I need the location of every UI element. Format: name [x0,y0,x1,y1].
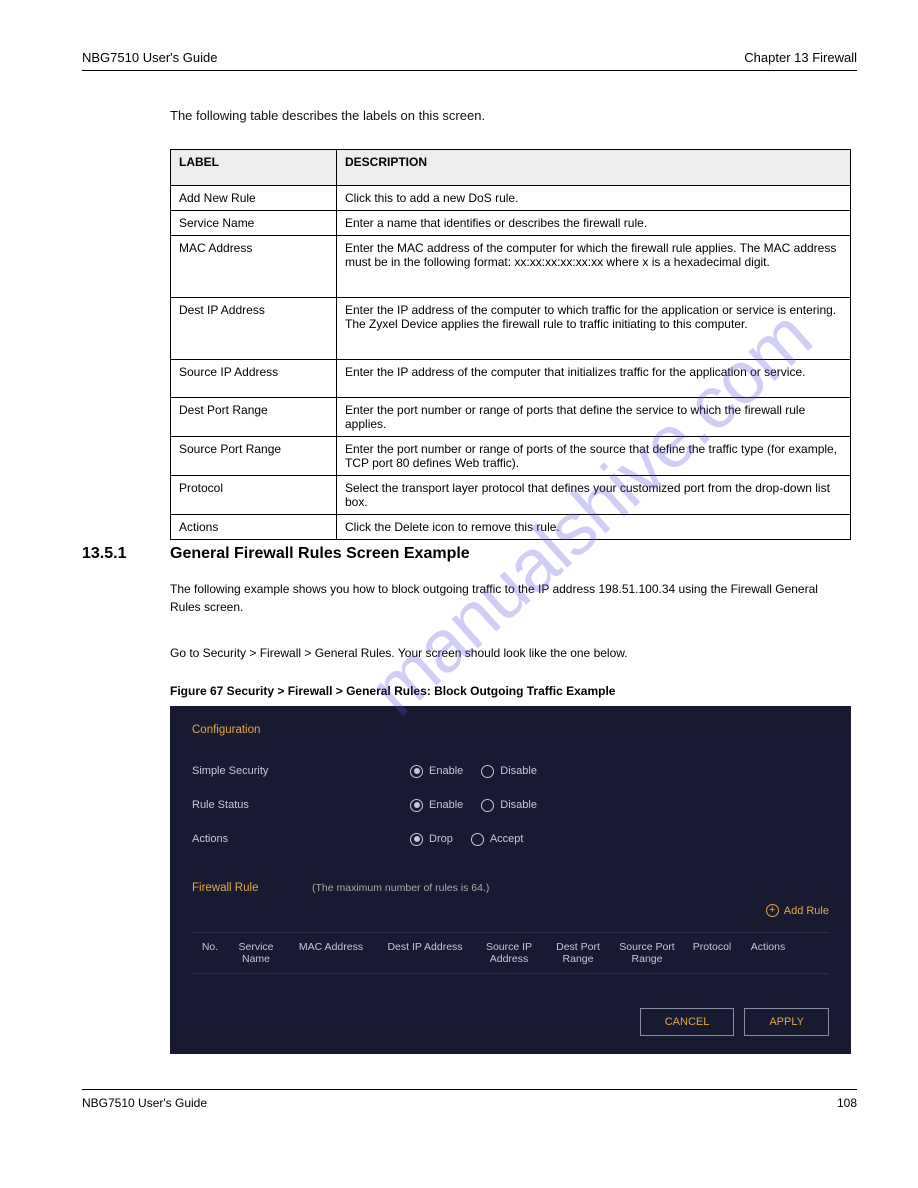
row-label: Service Name [171,211,337,236]
radio-icon [410,799,423,812]
section-para-2: Go to Security > Firewall > General Rule… [170,644,851,662]
table-row: Dest IP AddressEnter the IP address of t… [171,298,851,360]
header-right: Chapter 13 Firewall [744,50,857,65]
row-label: Protocol [171,476,337,515]
footer-left: NBG7510 User's Guide [82,1096,207,1110]
col-no: No. [192,941,228,965]
simple-security-enable-radio[interactable]: Enable [410,765,463,778]
table-row: Service NameEnter a name that identifies… [171,211,851,236]
table-row: Dest Port RangeEnter the port number or … [171,398,851,437]
firewall-rule-note: (The maximum number of rules is 64.) [312,882,489,894]
radio-icon [471,833,484,846]
row-desc: Click the Delete icon to remove this rul… [337,515,851,540]
row-label: MAC Address [171,236,337,298]
radio-label: Disable [500,799,537,811]
radio-icon [410,833,423,846]
row-label: Add New Rule [171,186,337,211]
table-row: Source IP AddressEnter the IP address of… [171,360,851,398]
rule-status-disable-radio[interactable]: Disable [481,799,537,812]
rule-status-label: Rule Status [192,799,410,811]
section-title: General Firewall Rules Screen Example [170,545,470,563]
header-left: NBG7510 User's Guide [82,50,217,65]
config-heading: Configuration [192,724,829,736]
row-label: Source Port Range [171,437,337,476]
col-mac-address: MAC Address [284,941,378,965]
row-desc: Enter the IP address of the computer to … [337,298,851,360]
simple-security-label: Simple Security [192,765,410,777]
row-desc: Enter a name that identifies or describe… [337,211,851,236]
add-rule-button[interactable]: + Add Rule [766,904,829,917]
figure-caption: Figure 67 Security > Firewall > General … [170,684,918,698]
section-number: 13.5.1 [82,545,126,563]
simple-security-disable-radio[interactable]: Disable [481,765,537,778]
params-table: LABEL DESCRIPTION Add New RuleClick this… [170,149,851,540]
table-row: Add New RuleClick this to add a new DoS … [171,186,851,211]
col-service-name: Service Name [228,941,284,965]
col-source-ip: Source IP Address [472,941,546,965]
row-desc: Click this to add a new DoS rule. [337,186,851,211]
actions-label: Actions [192,833,410,845]
actions-drop-radio[interactable]: Drop [410,833,453,846]
radio-icon [410,765,423,778]
footer-divider [82,1089,857,1090]
section-para-1: The following example shows you how to b… [170,580,851,616]
radio-label: Enable [429,765,463,777]
col-dest-port-range: Dest Port Range [546,941,610,965]
row-desc: Enter the port number or range of ports … [337,437,851,476]
firewall-rule-heading: Firewall Rule [192,882,312,894]
row-label: Source IP Address [171,360,337,398]
radio-label: Enable [429,799,463,811]
cancel-button[interactable]: CANCEL [640,1008,735,1036]
radio-label: Accept [490,833,524,845]
row-desc: Enter the MAC address of the computer fo… [337,236,851,298]
col-protocol: Protocol [684,941,740,965]
intro-text: The following table describes the labels… [170,108,485,123]
row-desc: Enter the port number or range of ports … [337,398,851,437]
actions-accept-radio[interactable]: Accept [471,833,524,846]
table-row: ActionsClick the Delete icon to remove t… [171,515,851,540]
row-label: Dest IP Address [171,298,337,360]
radio-label: Drop [429,833,453,845]
row-label: Actions [171,515,337,540]
add-rule-label: Add Rule [784,905,829,917]
col-actions: Actions [740,941,796,965]
col-dest-ip: Dest IP Address [378,941,472,965]
th-desc: DESCRIPTION [337,150,851,186]
rule-table-header: No. Service Name MAC Address Dest IP Add… [192,932,829,974]
col-source-port-range: Source Port Range [610,941,684,965]
row-label: Dest Port Range [171,398,337,437]
radio-icon [481,799,494,812]
row-desc: Enter the IP address of the computer tha… [337,360,851,398]
row-desc: Select the transport layer protocol that… [337,476,851,515]
plus-circle-icon: + [766,904,779,917]
footer-page-number: 108 [837,1096,857,1110]
table-row: MAC AddressEnter the MAC address of the … [171,236,851,298]
th-label: LABEL [171,150,337,186]
radio-label: Disable [500,765,537,777]
header-divider [82,70,857,71]
apply-button[interactable]: APPLY [744,1008,829,1036]
table-row: Source Port RangeEnter the port number o… [171,437,851,476]
table-row: ProtocolSelect the transport layer proto… [171,476,851,515]
radio-icon [481,765,494,778]
rule-status-enable-radio[interactable]: Enable [410,799,463,812]
firewall-config-screenshot: Configuration Simple Security Enable Dis… [170,706,851,1054]
